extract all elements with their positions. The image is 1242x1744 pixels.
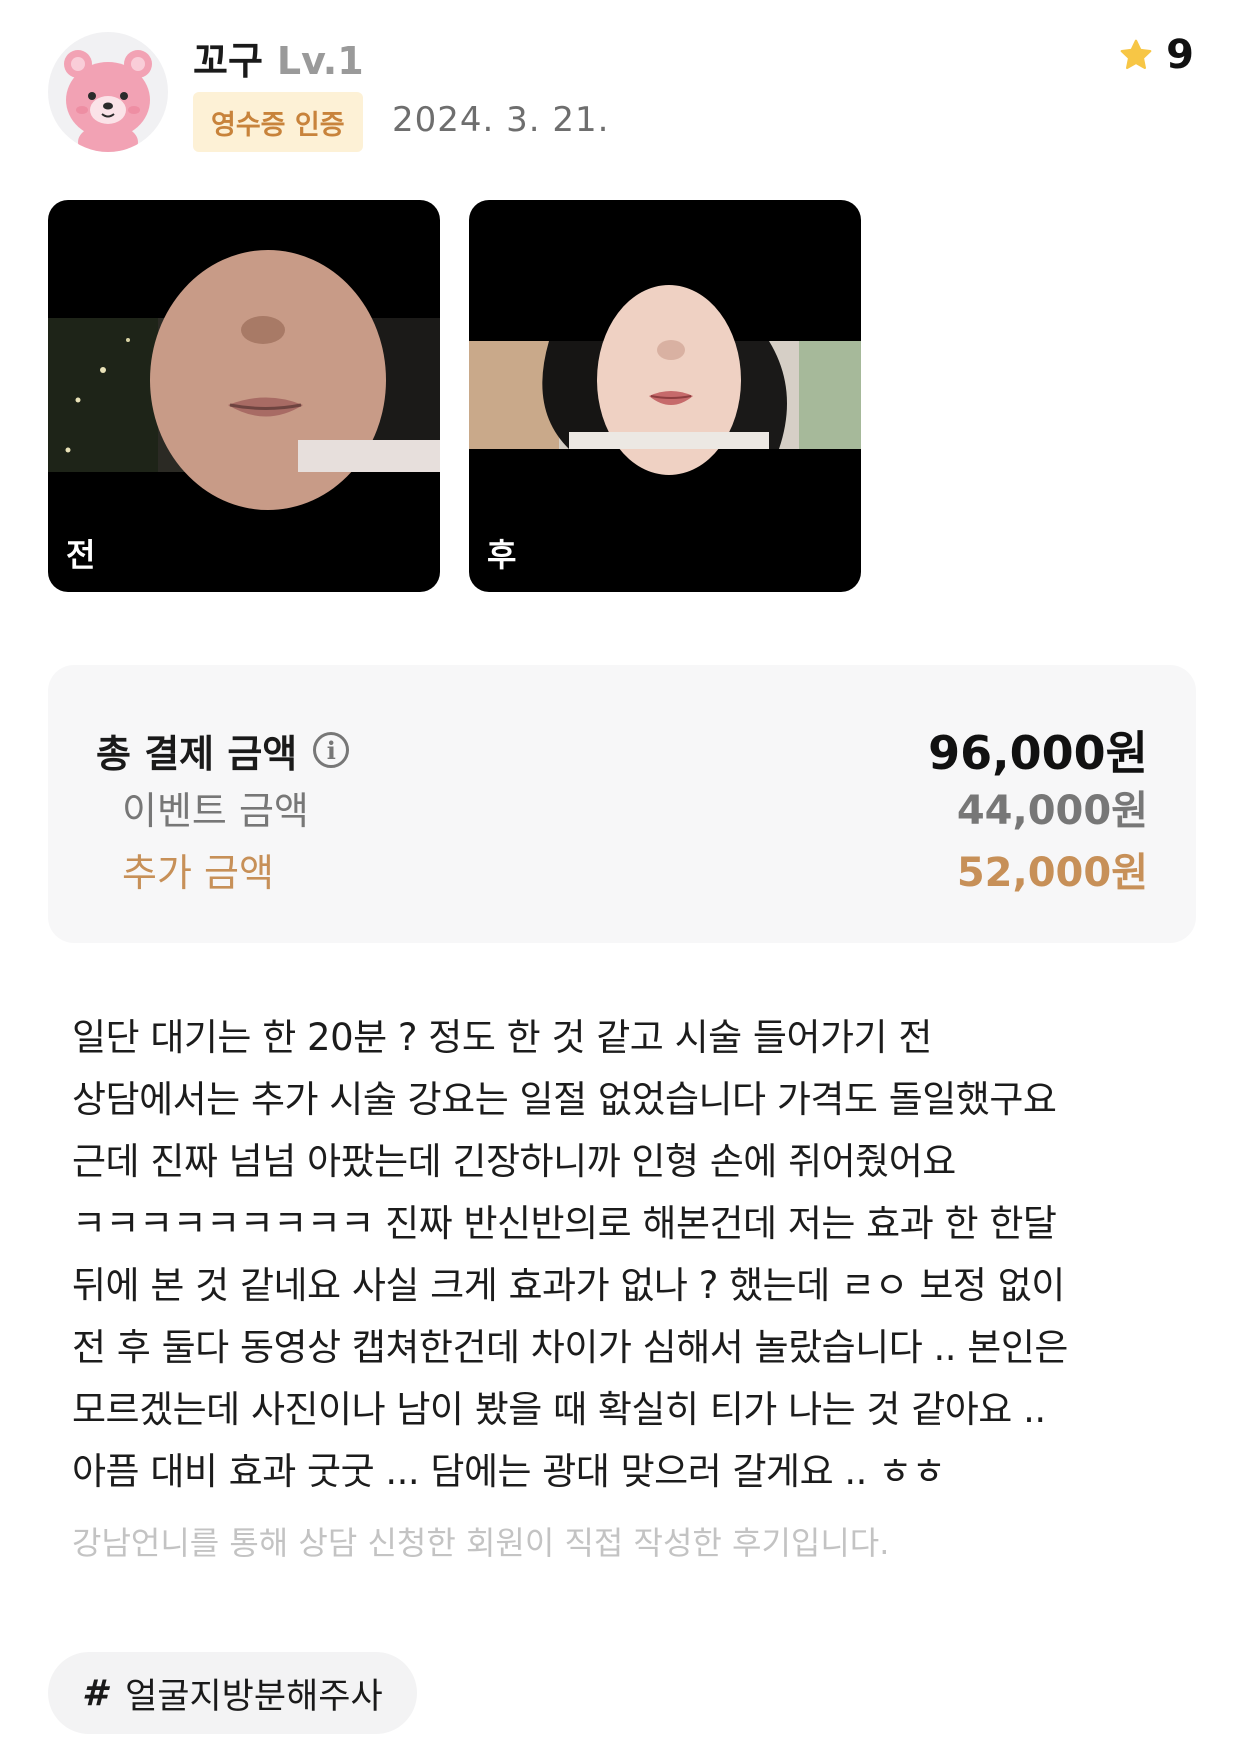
rating-value: 9 bbox=[1166, 32, 1194, 78]
total-price-label: 총 결제 금액 bbox=[96, 731, 298, 776]
rating: 9 bbox=[1118, 32, 1194, 78]
hash-icon: # bbox=[82, 1672, 108, 1714]
before-photo-image bbox=[48, 250, 440, 510]
after-photo[interactable]: 후 bbox=[469, 200, 861, 592]
extra-price-label: 추가 금액 bbox=[122, 850, 274, 895]
total-price-row: 총 결제 금액 i 96,000원 bbox=[96, 717, 1148, 783]
review-text: 일단 대기는 한 20분 ? 정도 한 것 같고 시술 들어가기 전 상담에서는… bbox=[72, 1007, 1182, 1503]
event-price-value: 44,000원 bbox=[956, 788, 1148, 834]
review-date: 2024. 3. 21. bbox=[392, 100, 610, 140]
procedure-tag[interactable]: # 얼굴지방분해주사 bbox=[48, 1652, 417, 1734]
review-line: 일단 대기는 한 20분 ? 정도 한 것 같고 시술 들어가기 전 bbox=[72, 1016, 932, 1059]
info-icon[interactable]: i bbox=[313, 732, 350, 768]
review-header: 꼬구 Lv.1 영수증 인증 2024. 3. 21. 9 bbox=[0, 0, 1242, 170]
total-price-value: 96,000원 bbox=[928, 726, 1148, 780]
receipt-verified-badge: 영수증 인증 bbox=[193, 92, 363, 152]
total-price-label-group: 총 결제 금액 i bbox=[96, 723, 350, 778]
review-line: 상담에서는 추가 시술 강요는 일절 없었습니다 가격도 돌일했구요 bbox=[72, 1078, 1057, 1121]
avatar[interactable] bbox=[48, 32, 168, 152]
username-row: 꼬구 Lv.1 bbox=[193, 30, 364, 85]
username[interactable]: 꼬구 bbox=[193, 30, 263, 85]
review-line: 전 후 둘다 동영상 캡쳐한건데 차이가 심해서 놀랐습니다 .. 본인은 bbox=[72, 1326, 1068, 1369]
star-icon bbox=[1120, 39, 1152, 70]
after-label: 후 bbox=[487, 536, 517, 574]
after-photo-image bbox=[469, 285, 861, 475]
user-level: Lv.1 bbox=[276, 39, 364, 83]
event-price-label: 이벤트 금액 bbox=[122, 788, 309, 833]
before-photo[interactable]: 전 bbox=[48, 200, 440, 592]
review-line: 근데 진짜 넘넘 아팠는데 긴장하니까 인형 손에 쥐어줬어요 bbox=[72, 1140, 956, 1183]
review-line: 아픔 대비 효과 굿굿 ... 담에는 광대 맞으러 갈게요 .. ㅎㅎ bbox=[72, 1450, 946, 1493]
event-price-row: 이벤트 금액 44,000원 bbox=[96, 778, 1148, 836]
before-label: 전 bbox=[66, 536, 96, 574]
price-summary: 총 결제 금액 i 96,000원 이벤트 금액 44,000원 추가 금액 5… bbox=[48, 665, 1196, 943]
extra-price-row: 추가 금액 52,000원 bbox=[96, 840, 1148, 898]
tag-label: 얼굴지방분해주사 bbox=[125, 1676, 383, 1717]
review-line: 모르겠는데 사진이나 남이 봤을 때 확실히 티가 나는 것 같아요 .. bbox=[72, 1388, 1046, 1431]
review-line: ㅋㅋㅋㅋㅋㅋㅋㅋㅋ 진짜 반신반의로 해본건데 저는 효과 한 한달 bbox=[72, 1202, 1057, 1245]
extra-price-value: 52,000원 bbox=[956, 850, 1148, 896]
review-line: 뒤에 본 것 같네요 사실 크게 효과가 없나 ? 했는데 ㄹㅇ 보정 없이 bbox=[72, 1264, 1065, 1307]
review-disclaimer: 강남언니를 통해 상담 신청한 회원이 직접 작성한 후기입니다. bbox=[72, 1524, 890, 1562]
bear-avatar-icon bbox=[64, 50, 152, 152]
